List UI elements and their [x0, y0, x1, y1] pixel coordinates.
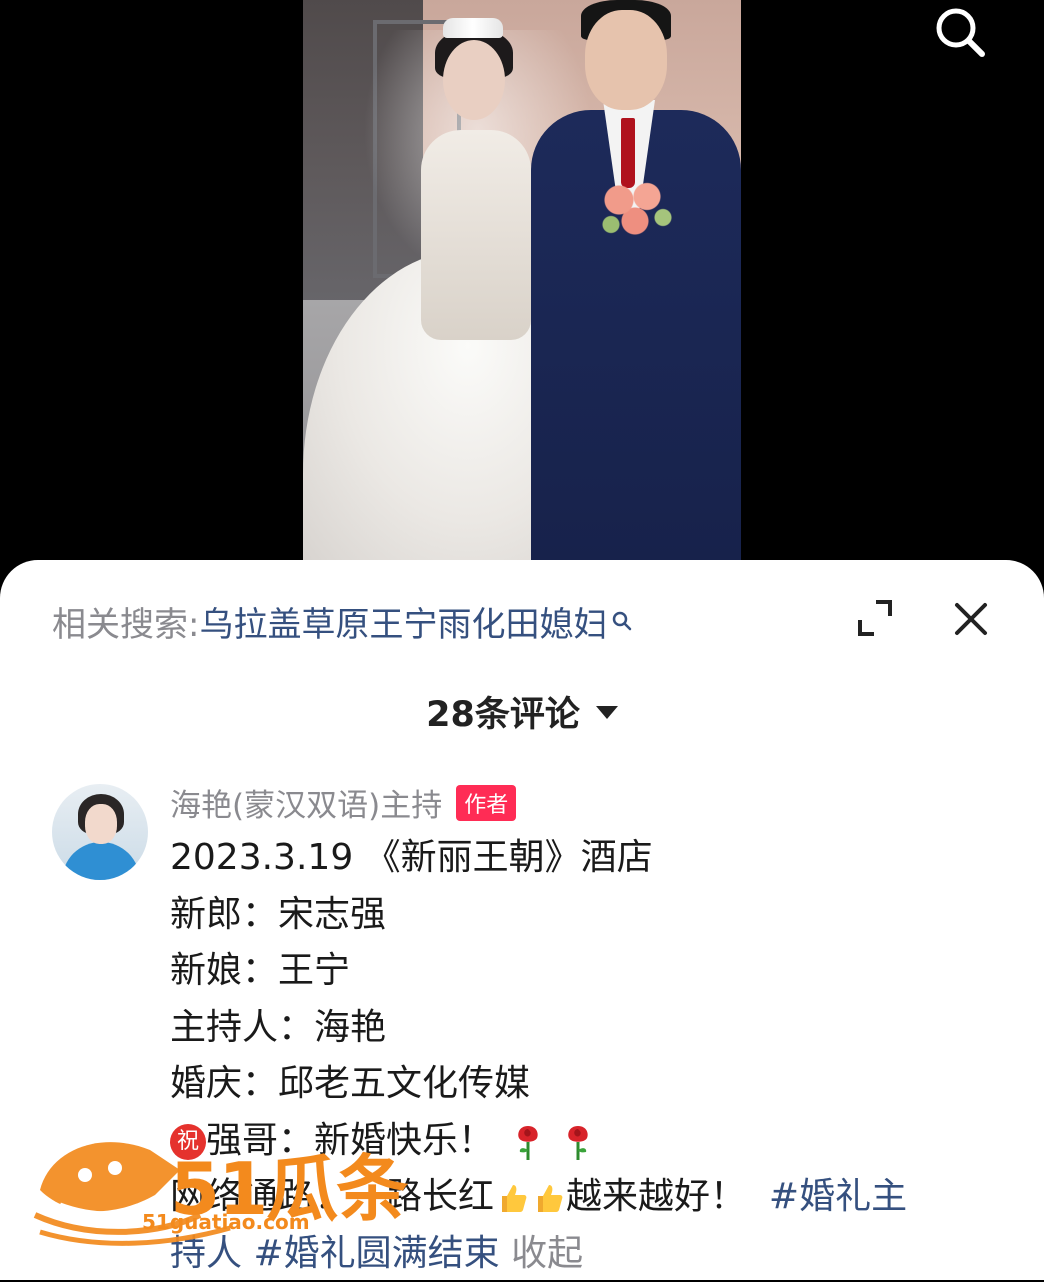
comment-line: 主持人：海艳: [170, 1000, 990, 1057]
close-button[interactable]: [948, 596, 994, 642]
comment-line: 新娘：王宁: [170, 943, 990, 1000]
watermark-url: 51guatiao.com: [142, 1210, 310, 1234]
video-area[interactable]: [0, 0, 1044, 600]
comment-count-label[interactable]: 28条评论: [426, 695, 580, 735]
small-search-icon: [611, 610, 633, 632]
hashtag-link[interactable]: #婚礼主: [769, 1176, 907, 1217]
caret-down-icon[interactable]: [596, 706, 618, 719]
avatar-body: [62, 842, 140, 880]
comment-line-text: 越来越好！: [566, 1176, 746, 1217]
photo-bride-crown: [443, 18, 503, 38]
comment-line: 婚庆：邱老五文化传媒: [170, 1056, 990, 1113]
photo-groom-face: [585, 10, 667, 110]
wedding-photo[interactable]: [303, 0, 741, 560]
comment-line: 新郎：宋志强: [170, 887, 990, 944]
photo-bride-face: [443, 40, 505, 120]
related-search-query[interactable]: 乌拉盖草原王宁雨化田媳妇: [199, 597, 607, 646]
expand-icon: [852, 596, 898, 642]
thumbs-up-icon: [494, 1180, 530, 1216]
author-badge: 作者: [456, 785, 516, 821]
search-button[interactable]: [930, 2, 990, 62]
collapse-link[interactable]: 收起: [511, 1233, 583, 1274]
author-name[interactable]: 海艳(蒙汉双语)主持: [170, 780, 442, 825]
thumbs-up-icon: [530, 1180, 566, 1216]
rose-emoji-icon: [513, 1122, 543, 1162]
avatar-face: [85, 804, 117, 844]
comment-count[interactable]: 28条评论: [0, 686, 1044, 737]
comment-author: 海艳(蒙汉双语)主持 作者: [170, 780, 516, 825]
photo-bride-bodice: [421, 130, 531, 340]
related-search[interactable]: 相关搜索: 乌拉盖草原王宁雨化田媳妇: [52, 598, 633, 644]
expand-button[interactable]: [852, 596, 898, 642]
author-avatar[interactable]: [52, 784, 148, 880]
rose-emoji-icon: [563, 1122, 593, 1162]
comment-line: 2023.3.19 《新丽王朝》酒店: [170, 830, 990, 887]
close-icon: [948, 596, 994, 642]
related-search-label: 相关搜索:: [52, 597, 199, 646]
photo-bouquet: [595, 172, 675, 242]
search-icon: [930, 2, 990, 62]
